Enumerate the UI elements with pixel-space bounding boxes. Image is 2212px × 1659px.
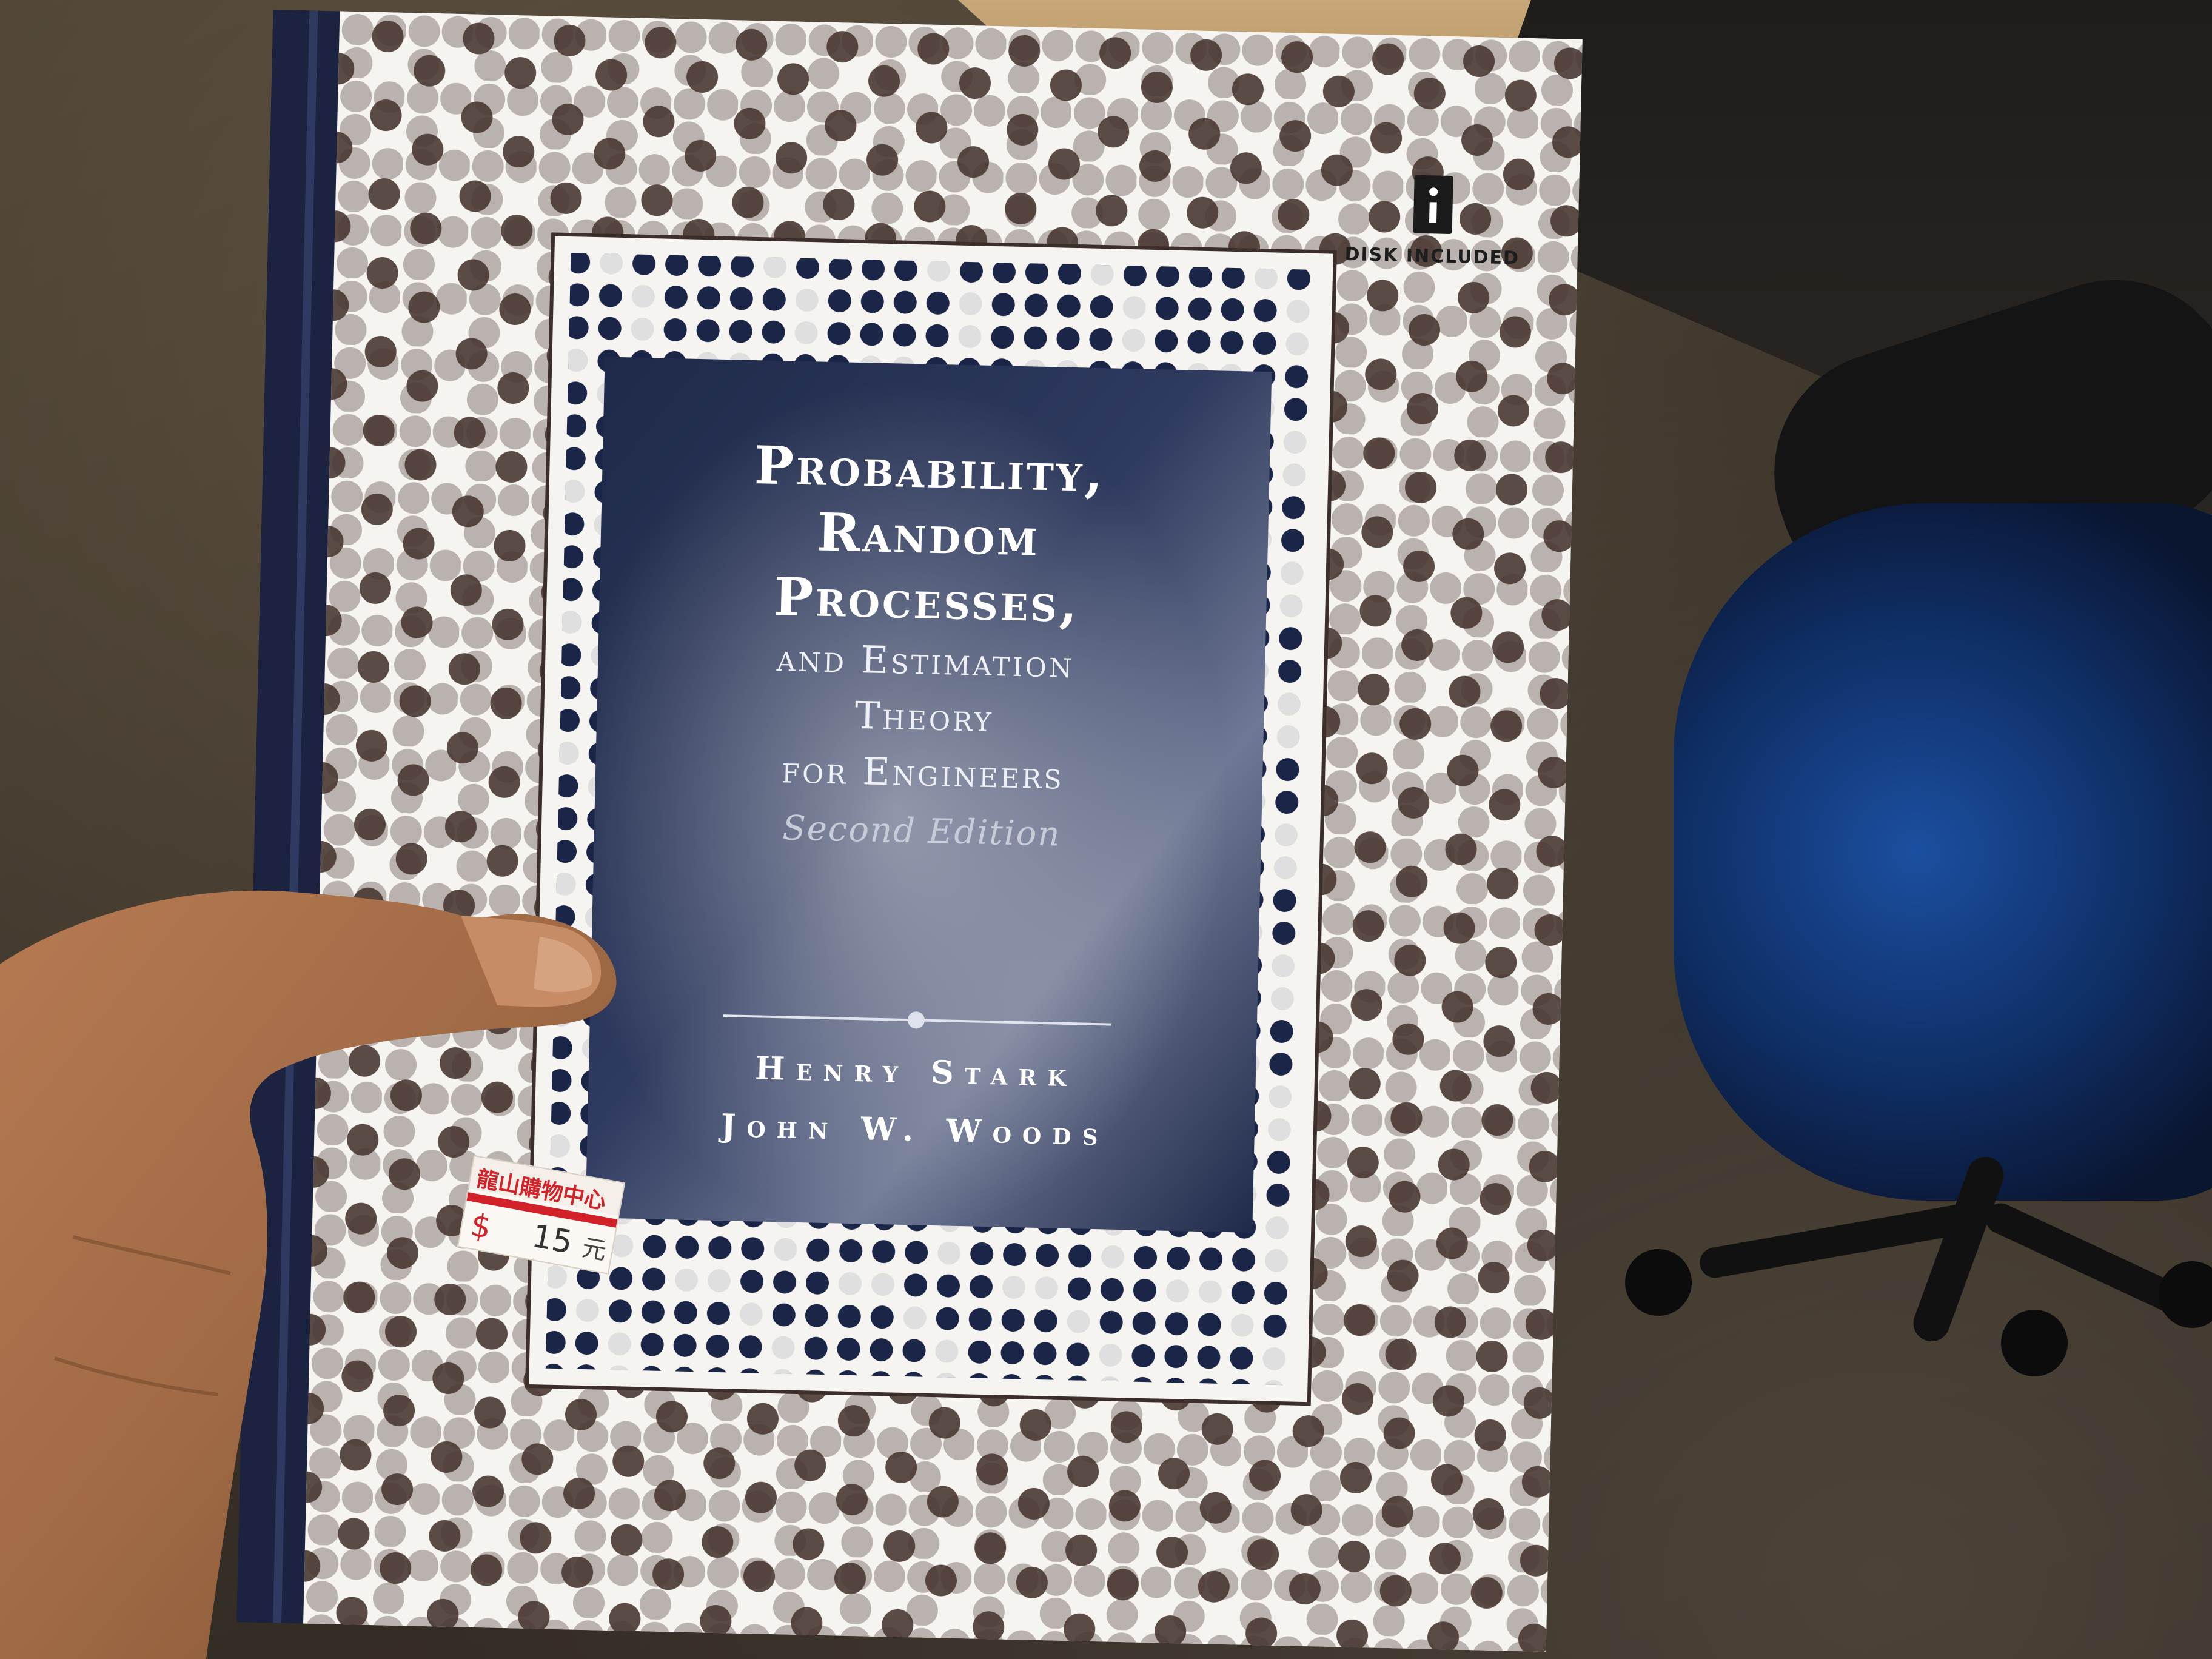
photo-scene: DISK INCLUDED Probability, Random Proces… [0,0,2212,1659]
disk-info-icon [1413,175,1453,235]
chair-wheel [2001,1310,2068,1376]
office-chair-seat [1674,503,2212,1201]
chair-wheel [1625,1249,1692,1316]
disk-included-badge: DISK INCLUDED [1322,173,1543,269]
holding-hand [0,890,617,1659]
book-title: Probability, Random Processes, and Estim… [630,431,1222,866]
authors: Henry Stark John W. Woods [611,1036,1220,1167]
